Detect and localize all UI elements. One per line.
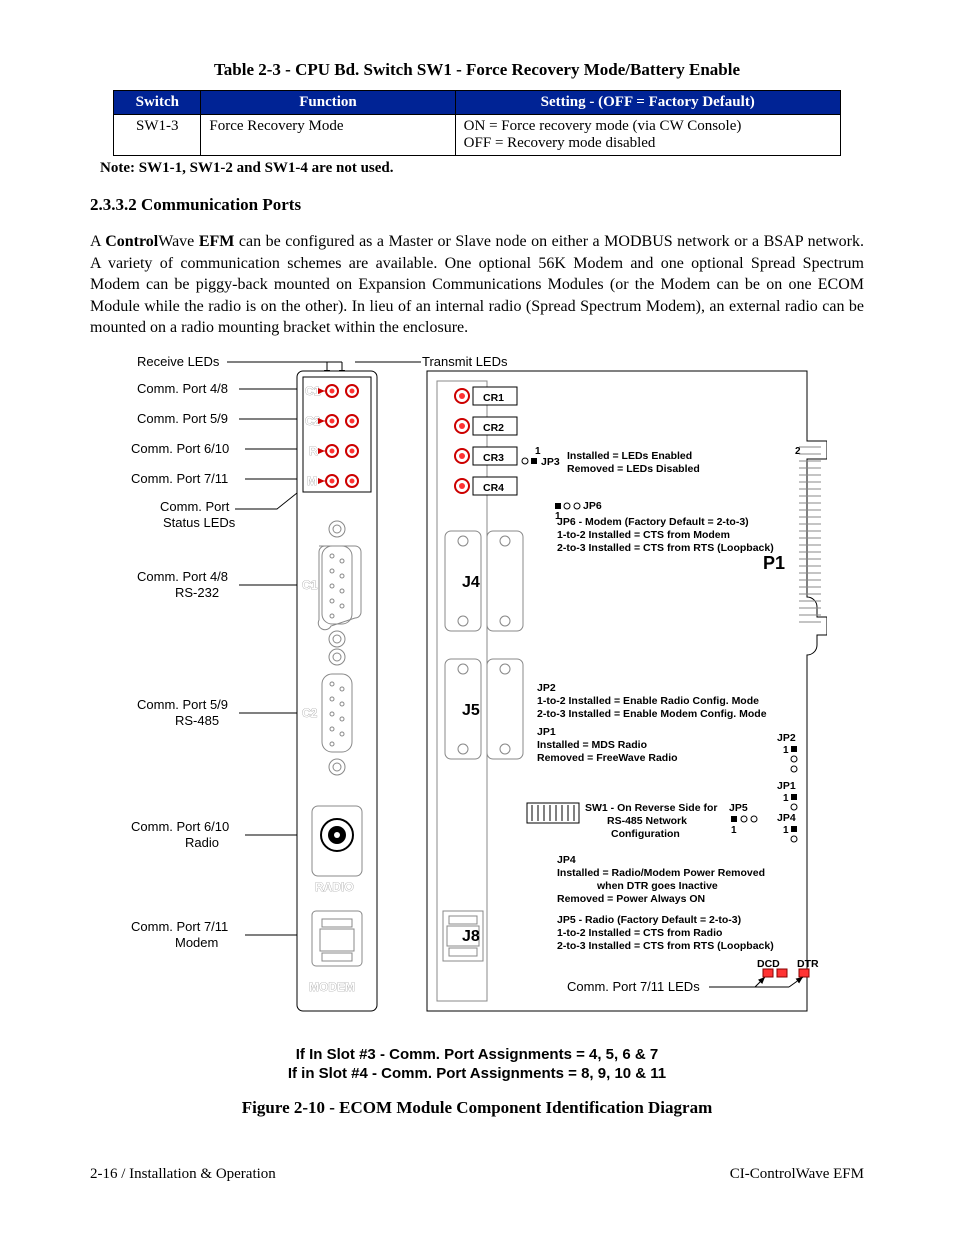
label-port610: Comm. Port 6/10 [131, 441, 229, 456]
figure-title: Figure 2-10 - ECOM Module Component Iden… [90, 1098, 864, 1118]
dtr: DTR [797, 958, 819, 970]
note-label: Note: [100, 160, 135, 176]
para-bold1: Control [105, 233, 158, 250]
jp5r: JP5 [729, 802, 748, 814]
label-port711-mb: Modem [175, 935, 218, 950]
label-receive-leds: Receive LEDs [137, 354, 220, 369]
label-c2: C2 [302, 706, 318, 720]
jp2r: JP2 [777, 732, 796, 744]
label-port610-ra: Comm. Port 6/10 [131, 819, 229, 834]
j5: J5 [462, 702, 480, 719]
jp3-2: 2 [795, 446, 801, 457]
label-port711: Comm. Port 7/11 [131, 471, 228, 486]
note-text: SW1-1, SW1-2 and SW1-4 are not used. [135, 160, 394, 176]
label-port711-ma: Comm. Port 7/11 [131, 919, 228, 934]
diagram-svg: Receive LEDs Comm. Port 4/8 Comm. Port 5… [127, 351, 827, 1041]
label-transmit-leds: Transmit LEDs [422, 354, 508, 369]
j4: J4 [462, 574, 480, 591]
led-m: M [307, 474, 317, 488]
para-prefix: A [90, 233, 105, 250]
jp5-a: 1-to-2 Installed = CTS from Radio [557, 927, 722, 939]
setting-off: OFF = Recovery mode disabled [464, 135, 832, 152]
switch-table: Switch Function Setting - (OFF = Factory… [113, 90, 841, 156]
cell-switch: SW1-3 [114, 115, 201, 156]
jp5: JP5 - Radio (Factory Default = 2-to-3) [557, 914, 741, 926]
jp2: JP2 [537, 682, 556, 694]
jp4-b: when DTR goes Inactive [596, 880, 718, 892]
table-caption: Table 2-3 - CPU Bd. Switch SW1 - Force R… [90, 60, 864, 80]
para-bold2: EFM [199, 233, 235, 250]
sw1-b: RS-485 Network [607, 815, 687, 827]
label-port48-232b: RS-232 [175, 585, 219, 600]
para-mid1: Wave [158, 233, 199, 250]
jp1-b: Removed = FreeWave Radio [537, 752, 678, 764]
jp1-a: Installed = MDS Radio [537, 739, 647, 751]
led-c2: C2 [305, 414, 321, 428]
p1: P1 [763, 553, 785, 573]
table-note: Note: SW1-1, SW1-2 and SW1-4 are not use… [100, 160, 864, 177]
jp3-b: Removed = LEDs Disabled [567, 463, 700, 475]
jp4r: JP4 [777, 812, 796, 824]
section-paragraph: A ControlWave EFM can be configured as a… [90, 231, 864, 339]
figure: Receive LEDs Comm. Port 4/8 Comm. Port 5… [90, 351, 864, 1118]
footer-right: CI-ControlWave EFM [730, 1166, 864, 1183]
jp4r-1: 1 [783, 825, 789, 836]
th-switch: Switch [114, 91, 201, 115]
slot-line-b: If in Slot #4 - Comm. Port Assignments =… [90, 1064, 864, 1084]
jp1r: JP1 [777, 780, 796, 792]
label-port48-232a: Comm. Port 4/8 [137, 569, 228, 584]
led-c1: C1 [305, 384, 321, 398]
footer-left: 2-16 / Installation & Operation [90, 1166, 276, 1183]
label-port610-rb: Radio [185, 835, 219, 850]
jp4-a: Installed = Radio/Modem Power Removed [557, 867, 765, 879]
cell-function: Force Recovery Mode [201, 115, 455, 156]
jp2-a: 1-to-2 Installed = Enable Radio Config. … [537, 695, 759, 707]
port-leds: Comm. Port 7/11 LEDs [567, 979, 700, 994]
modem-word: MODEM [309, 980, 355, 994]
jp1: JP1 [537, 726, 556, 738]
jp4: JP4 [557, 854, 576, 866]
jp1r-1: 1 [783, 793, 789, 804]
jp3: JP3 [541, 456, 560, 468]
led-r: R [309, 444, 318, 458]
cr1: CR1 [483, 392, 504, 404]
label-port48: Comm. Port 4/8 [137, 381, 228, 396]
dcd: DCD [757, 958, 780, 970]
label-statusleds2: Status LEDs [163, 515, 236, 530]
slot-line-a: If In Slot #3 - Comm. Port Assignments =… [90, 1045, 864, 1065]
jp4-c: Removed = Power Always ON [557, 893, 705, 905]
j8: J8 [462, 928, 480, 945]
sw1-c: Configuration [611, 828, 680, 840]
cr4: CR4 [483, 482, 504, 494]
label-port59-485b: RS-485 [175, 713, 219, 728]
th-setting: Setting - (OFF = Factory Default) [455, 91, 840, 115]
section-heading: 2.3.3.2 Communication Ports [90, 195, 864, 215]
jp6-b: 1-to-2 Installed = CTS from Modem [557, 529, 730, 541]
label-c1: C1 [302, 578, 318, 592]
sw1-a: SW1 - On Reverse Side for [585, 802, 717, 814]
jp2r-1: 1 [783, 745, 789, 756]
radio-word: RADIO [315, 880, 354, 894]
jp2-b: 2-to-3 Installed = Enable Modem Config. … [537, 708, 767, 720]
jp6-c: 2-to-3 Installed = CTS from RTS (Loopbac… [557, 542, 774, 554]
setting-on: ON = Force recovery mode (via CW Console… [464, 118, 832, 135]
jp5-b: 2-to-3 Installed = CTS from RTS (Loopbac… [557, 940, 774, 952]
cr2: CR2 [483, 422, 504, 434]
cell-setting: ON = Force recovery mode (via CW Console… [455, 115, 840, 156]
page-footer: 2-16 / Installation & Operation CI-Contr… [90, 1166, 864, 1183]
jp5r-1: 1 [731, 825, 737, 836]
label-port59: Comm. Port 5/9 [137, 411, 228, 426]
label-port59-485a: Comm. Port 5/9 [137, 697, 228, 712]
table-row: SW1-3 Force Recovery Mode ON = Force rec… [114, 115, 841, 156]
th-function: Function [201, 91, 455, 115]
modem-jack: MODEM [309, 911, 362, 994]
jp3-a: Installed = LEDs Enabled [567, 450, 692, 462]
jp6-a: JP6 - Modem (Factory Default = 2-to-3) [557, 516, 749, 528]
cr3: CR3 [483, 452, 504, 464]
jp6: JP6 [583, 500, 602, 512]
label-statusleds1: Comm. Port [160, 499, 230, 514]
